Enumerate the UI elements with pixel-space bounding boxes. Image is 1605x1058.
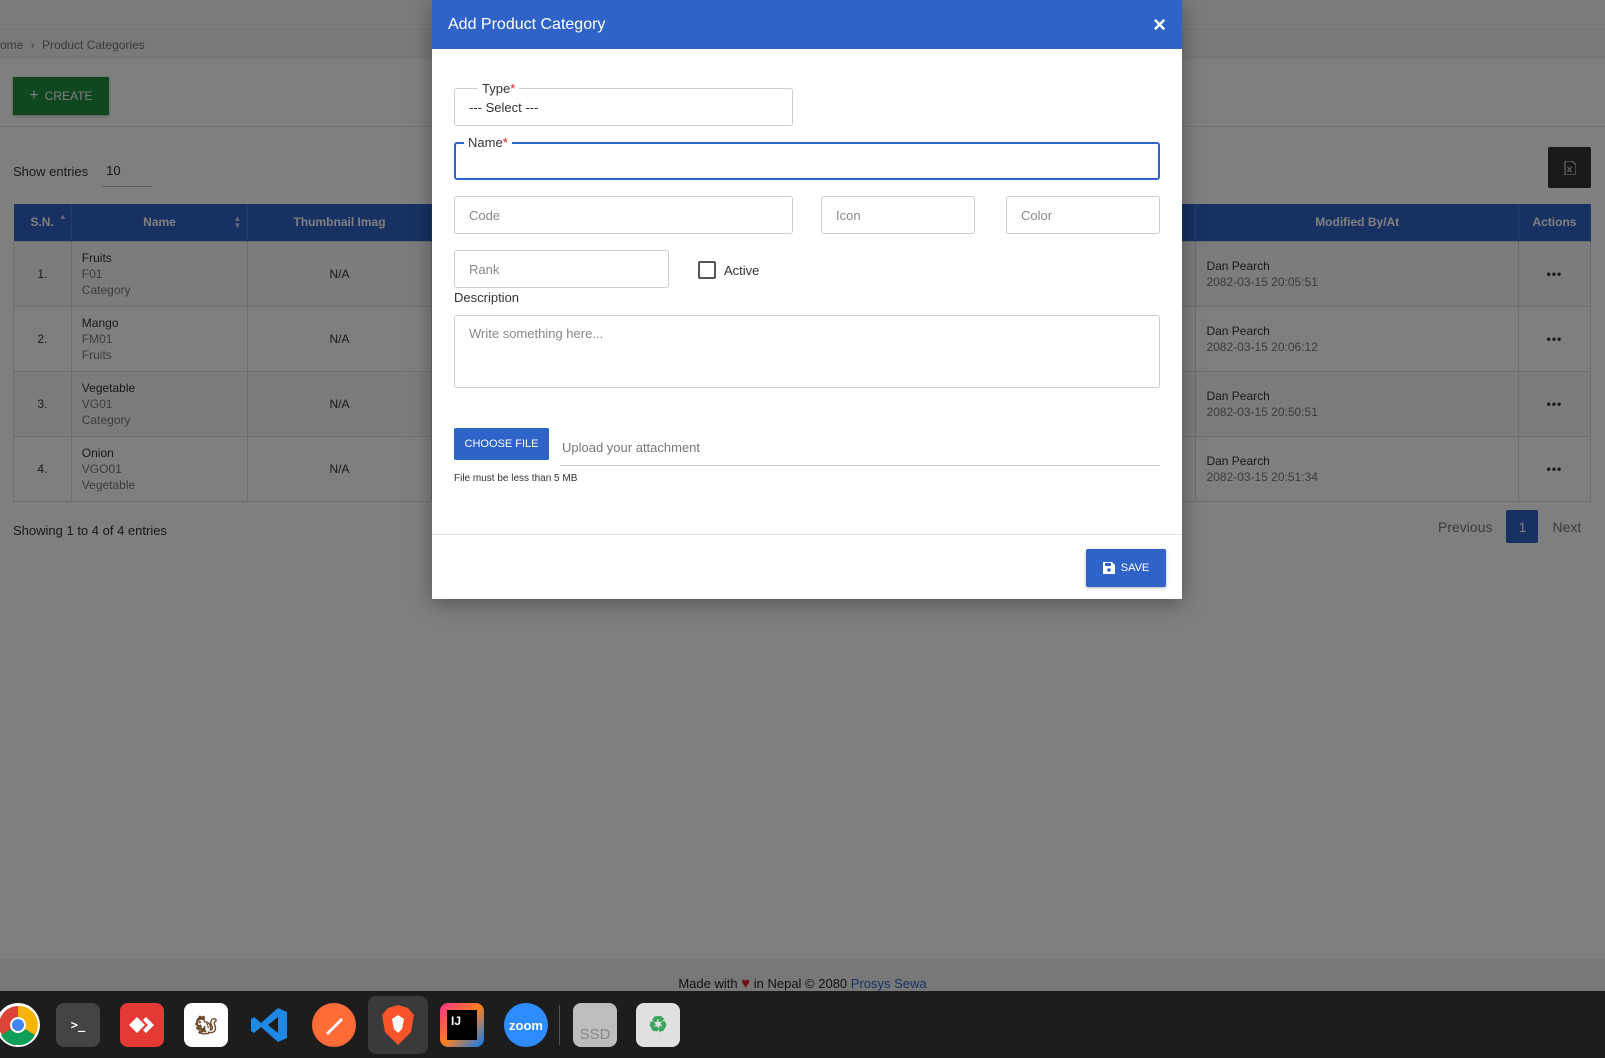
chrome-icon[interactable] (0, 1003, 40, 1047)
floppy-disk-icon (1102, 562, 1115, 574)
add-category-modal: Add Product Category × --- Select --- Ty… (432, 0, 1182, 599)
anydesk-icon[interactable] (120, 1003, 164, 1047)
name-input[interactable] (454, 142, 1160, 180)
description-textarea[interactable]: Write something here... (454, 315, 1160, 388)
terminal-icon[interactable]: >_ (56, 1003, 100, 1047)
icon-input[interactable]: Icon (821, 196, 975, 234)
save-button[interactable]: SAVE (1086, 549, 1166, 587)
rank-input[interactable]: Rank (454, 250, 669, 288)
active-checkbox[interactable] (698, 261, 716, 279)
name-label: Name* (464, 135, 512, 150)
required-mark: * (502, 135, 508, 150)
modal-header: Add Product Category × (432, 0, 1182, 49)
file-size-hint: File must be less than 5 MB (454, 473, 578, 484)
intellij-icon[interactable]: IJ (440, 1003, 484, 1047)
code-input[interactable]: Code (454, 196, 793, 234)
rank-placeholder: Rank (469, 262, 500, 277)
required-mark: * (510, 81, 516, 96)
code-placeholder: Code (469, 208, 501, 223)
icon-placeholder: Icon (836, 208, 861, 223)
active-label: Active (724, 262, 760, 278)
ssd-drive-icon[interactable]: SSD (573, 1003, 617, 1047)
active-toggle[interactable]: Active (698, 261, 759, 279)
type-select-value: --- Select --- (469, 100, 539, 115)
description-placeholder: Write something here... (469, 326, 604, 341)
type-label: Type* (478, 81, 520, 96)
color-placeholder: Color (1021, 208, 1053, 223)
close-icon[interactable]: × (1153, 13, 1166, 36)
os-taskbar (0, 991, 1605, 1058)
choose-file-button[interactable]: CHOOSE FILE (454, 428, 549, 460)
vscode-icon[interactable] (248, 1003, 292, 1047)
dbeaver-icon[interactable]: 🐿 (184, 1003, 228, 1047)
brave-icon[interactable] (376, 1003, 420, 1047)
modal-footer-divider (432, 534, 1182, 535)
taskbar-separator (559, 1005, 560, 1045)
trash-icon[interactable]: ♻ (636, 1003, 680, 1047)
modal-title: Add Product Category (448, 15, 606, 33)
upload-attachment-field[interactable]: Upload your attachment (560, 436, 1160, 466)
description-label: Description (454, 290, 520, 305)
zoom-icon[interactable]: zoom (504, 1003, 548, 1047)
save-button-label: SAVE (1120, 562, 1150, 574)
color-input[interactable]: Color (1006, 196, 1160, 234)
postman-icon[interactable] (312, 1003, 356, 1047)
